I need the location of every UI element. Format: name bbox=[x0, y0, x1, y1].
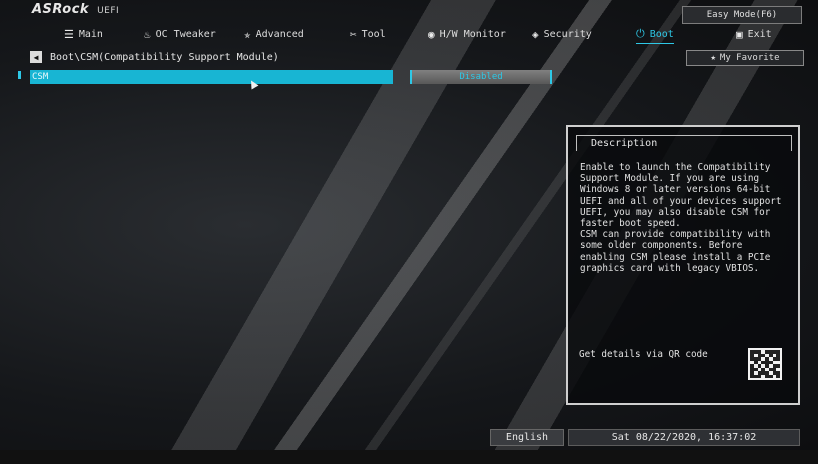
tab-security[interactable]: ◈ Security bbox=[532, 25, 592, 43]
my-favorite-label: My Favorite bbox=[719, 53, 780, 63]
star-icon: ★ bbox=[710, 53, 716, 63]
selection-marker bbox=[18, 71, 21, 79]
description-title: Description bbox=[576, 135, 792, 151]
monitor-bezel bbox=[0, 450, 818, 464]
datetime-display: Sat 08/22/2020, 16:37:02 bbox=[568, 429, 800, 446]
tools-icon: ✂ bbox=[350, 27, 357, 41]
back-arrow-icon[interactable]: ◀ bbox=[30, 51, 42, 63]
qr-code-icon bbox=[748, 348, 782, 380]
flame-icon: ♨ bbox=[144, 27, 151, 41]
tab-security-label: Security bbox=[543, 28, 592, 40]
tab-advanced[interactable]: ✯ Advanced bbox=[244, 25, 304, 43]
asrock-logo: ASRock UEFI bbox=[32, 2, 119, 17]
tab-exit[interactable]: ▣ Exit bbox=[736, 25, 772, 43]
star-icon: ✯ bbox=[244, 27, 251, 41]
tab-tool-label: Tool bbox=[361, 28, 386, 40]
tab-hw-monitor[interactable]: ◉ H/W Monitor bbox=[428, 25, 506, 43]
easy-mode-label: Easy Mode(F6) bbox=[706, 10, 778, 20]
language-label: English bbox=[505, 432, 549, 443]
monitor-icon: ◉ bbox=[428, 27, 435, 41]
datetime-text: Sat 08/22/2020, 16:37:02 bbox=[611, 432, 757, 443]
description-text: Enable to launch the Compatibility Suppo… bbox=[580, 162, 782, 274]
breadcrumb: ◀ Boot\CSM(Compatibility Support Module) bbox=[30, 50, 279, 64]
language-button[interactable]: English bbox=[490, 429, 564, 446]
tab-boot-label: Boot bbox=[649, 28, 674, 40]
setting-value-text: Disabled bbox=[459, 72, 503, 82]
tab-boot[interactable]: ⏻ Boot bbox=[636, 25, 674, 44]
setting-row-csm[interactable]: CSM bbox=[30, 70, 393, 84]
tab-main-label: Main bbox=[78, 28, 103, 40]
brand-suffix: UEFI bbox=[97, 6, 120, 16]
exit-icon: ▣ bbox=[736, 27, 743, 41]
setting-label: CSM bbox=[32, 72, 49, 82]
tab-oc-tweaker[interactable]: ♨ OC Tweaker bbox=[144, 25, 216, 43]
shield-icon: ◈ bbox=[532, 27, 539, 41]
my-favorite-button[interactable]: ★ My Favorite bbox=[686, 50, 804, 66]
tab-main[interactable]: ☰ Main bbox=[64, 25, 103, 43]
easy-mode-button[interactable]: Easy Mode(F6) bbox=[682, 6, 802, 24]
qr-label: Get details via QR code bbox=[579, 349, 708, 360]
tab-oc-tweaker-label: OC Tweaker bbox=[155, 28, 216, 40]
tab-exit-label: Exit bbox=[747, 28, 772, 40]
tab-hw-monitor-label: H/W Monitor bbox=[439, 28, 506, 40]
power-icon: ⏻ bbox=[636, 27, 645, 40]
brand-name: ASRock bbox=[32, 2, 90, 17]
tab-tool[interactable]: ✂ Tool bbox=[350, 25, 386, 43]
csm-value-select[interactable]: Disabled bbox=[410, 70, 552, 84]
list-icon: ☰ bbox=[64, 27, 74, 41]
tab-advanced-label: Advanced bbox=[255, 28, 304, 40]
breadcrumb-text: Boot\CSM(Compatibility Support Module) bbox=[50, 51, 279, 63]
main-nav: ☰ Main ♨ OC Tweaker ✯ Advanced ✂ Tool ◉ … bbox=[0, 25, 818, 45]
